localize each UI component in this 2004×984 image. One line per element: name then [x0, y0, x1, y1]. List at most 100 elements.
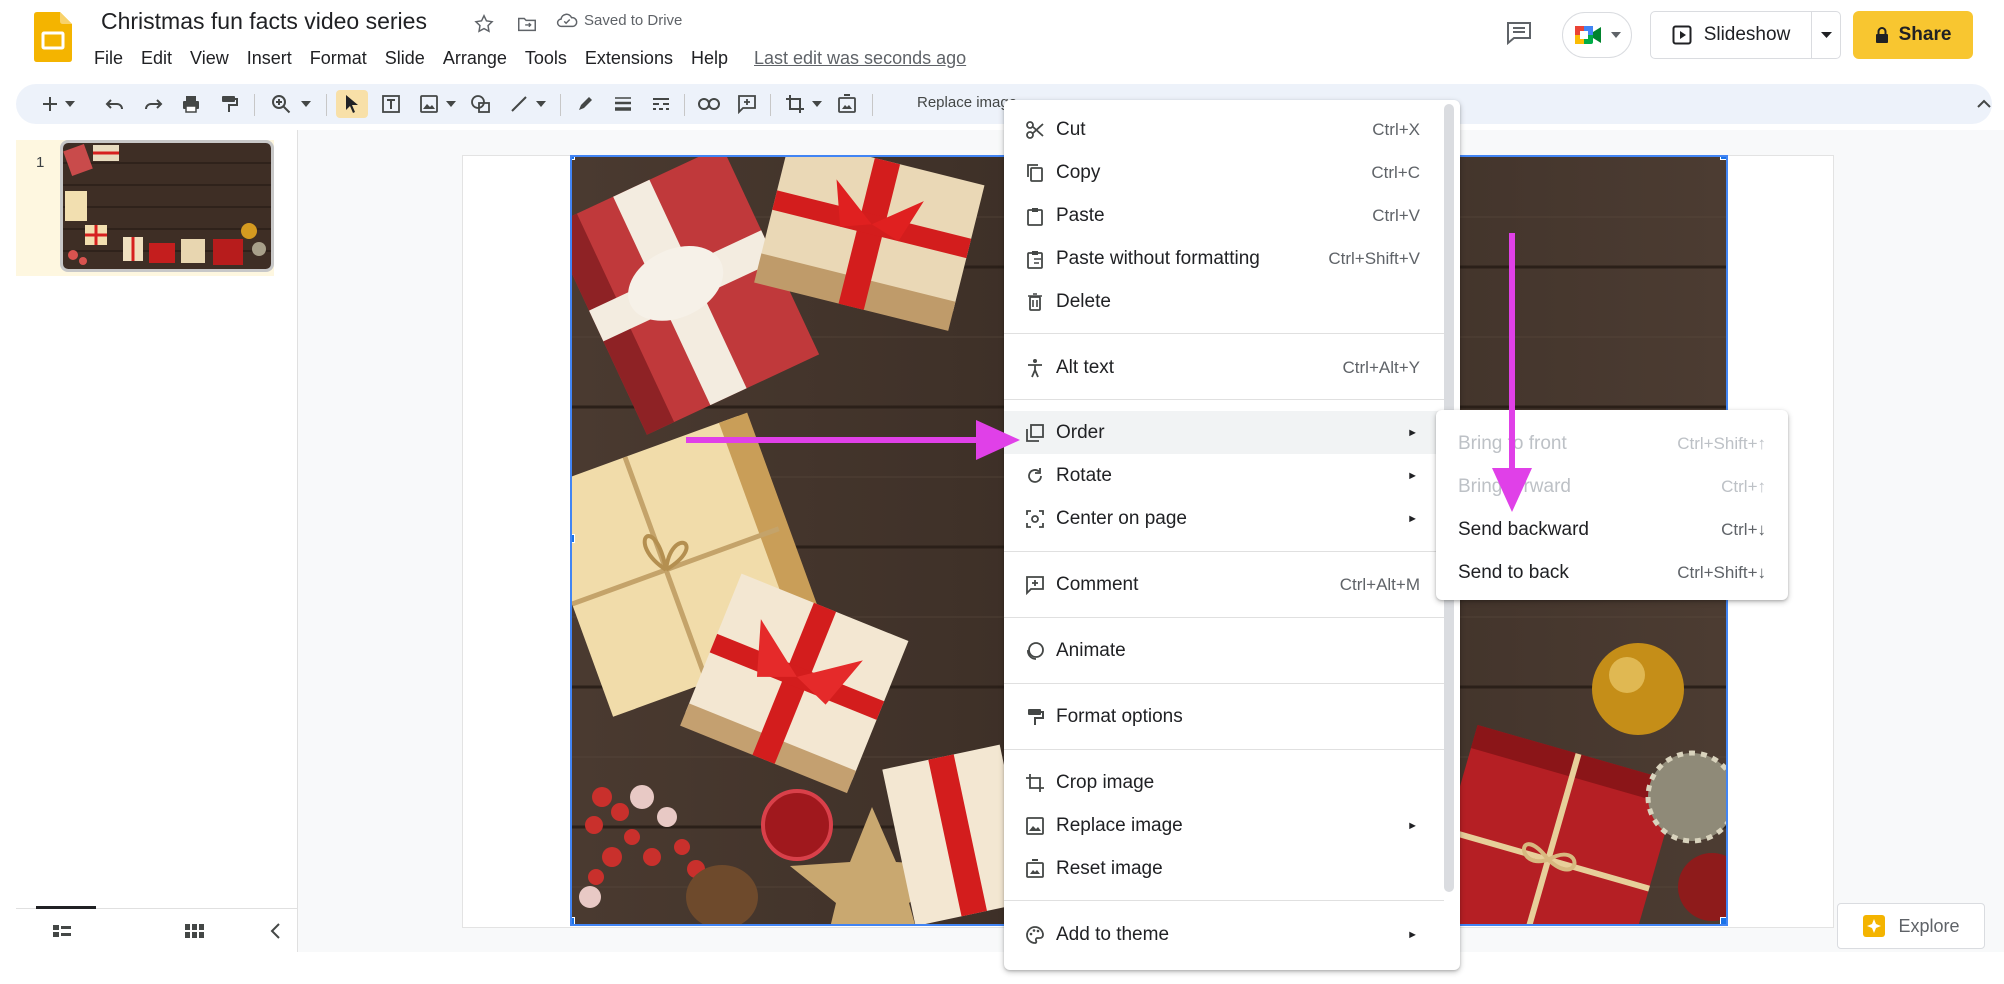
- chevron-down-icon[interactable]: [444, 90, 458, 118]
- link-icon[interactable]: [696, 90, 722, 118]
- print-icon[interactable]: [178, 90, 204, 118]
- border-color-icon[interactable]: [572, 90, 598, 118]
- chevron-up-icon[interactable]: [1970, 90, 1998, 118]
- last-edit-link[interactable]: Last edit was seconds ago: [754, 48, 966, 69]
- comment-history-icon[interactable]: [1502, 18, 1536, 48]
- submenu-item-bring-forward[interactable]: Bring forward Ctrl+↑: [1436, 465, 1788, 508]
- share-button[interactable]: Share: [1853, 11, 1973, 59]
- slide-thumbnail-row[interactable]: 1: [16, 140, 274, 276]
- slideshow-button[interactable]: Slideshow: [1650, 11, 1812, 59]
- menu-item-label: Delete: [1056, 290, 1111, 312]
- submenu-item-send-backward[interactable]: Send backward Ctrl+↓: [1436, 508, 1788, 551]
- submenu-arrow-icon: ►: [1407, 819, 1418, 832]
- menu-item-label: Center on page: [1056, 507, 1187, 529]
- chevron-down-icon[interactable]: [62, 90, 78, 118]
- slide-thumbnail[interactable]: [60, 140, 274, 272]
- grid-view-icon[interactable]: [184, 923, 208, 941]
- submenu-item-send-to-back[interactable]: Send to back Ctrl+Shift+↓: [1436, 551, 1788, 594]
- select-cursor-icon[interactable]: [336, 90, 368, 118]
- menu-item-shortcut: Ctrl+X: [1372, 119, 1420, 139]
- menu-item-cut[interactable]: Cut Ctrl+X: [1004, 108, 1444, 151]
- menu-arrange[interactable]: Arrange: [437, 46, 513, 71]
- replace-image-button[interactable]: Replace image: [917, 94, 1017, 111]
- filmstrip-view-icon[interactable]: [52, 923, 76, 941]
- menu-edit[interactable]: Edit: [135, 46, 178, 71]
- menu-item-add-to-theme[interactable]: Add to theme ►: [1004, 913, 1444, 956]
- menu-item-shortcut: Ctrl+Alt+M: [1339, 574, 1420, 594]
- border-dash-icon[interactable]: [648, 90, 674, 118]
- resize-handle[interactable]: [572, 157, 575, 160]
- menu-item-rotate[interactable]: Rotate ►: [1004, 454, 1444, 497]
- menu-item-crop-image[interactable]: Crop image: [1004, 761, 1444, 804]
- menu-format[interactable]: Format: [304, 46, 373, 71]
- slides-logo-icon[interactable]: [34, 12, 72, 62]
- resize-handle[interactable]: [572, 917, 575, 924]
- shape-icon[interactable]: [468, 90, 494, 118]
- chevron-down-icon[interactable]: [298, 90, 314, 118]
- meet-button[interactable]: [1562, 12, 1632, 58]
- menu-extensions[interactable]: Extensions: [579, 46, 679, 71]
- menu-divider: [1004, 749, 1444, 750]
- resize-handle[interactable]: [1720, 157, 1726, 160]
- move-folder-icon[interactable]: [513, 10, 541, 38]
- resize-handle[interactable]: [1720, 917, 1726, 924]
- menu-item-animate[interactable]: Animate: [1004, 629, 1444, 672]
- saved-status[interactable]: Saved to Drive: [556, 11, 682, 29]
- chevron-down-icon[interactable]: [534, 90, 548, 118]
- slideshow-dropdown-button[interactable]: [1811, 11, 1841, 59]
- paint-format-icon[interactable]: [216, 90, 242, 118]
- menu-item-reset-image[interactable]: Reset image: [1004, 847, 1444, 890]
- menu-item-label: Replace image: [1056, 814, 1183, 836]
- chevron-down-icon: [1820, 32, 1832, 38]
- menu-item-label: Order: [1056, 421, 1105, 443]
- cloud-done-icon: [556, 13, 578, 28]
- menu-item-center-on-page[interactable]: Center on page ►: [1004, 497, 1444, 540]
- submenu-item-bring-to-front[interactable]: Bring to front Ctrl+Shift+↑: [1436, 422, 1788, 465]
- context-menu: Cut Ctrl+X Copy Ctrl+C Paste Ctrl+V Past…: [1004, 100, 1460, 970]
- menu-item-delete[interactable]: Delete: [1004, 280, 1444, 323]
- menu-item-label: Animate: [1056, 639, 1126, 661]
- menu-item-label: Rotate: [1056, 464, 1112, 486]
- menu-item-replace-image[interactable]: Replace image ►: [1004, 804, 1444, 847]
- explore-button[interactable]: Explore: [1837, 903, 1985, 949]
- order-submenu: Bring to front Ctrl+Shift+↑ Bring forwar…: [1436, 410, 1788, 600]
- menu-tools[interactable]: Tools: [519, 46, 573, 71]
- collapse-panel-icon[interactable]: [268, 921, 290, 943]
- menu-item-order[interactable]: Order ►: [1004, 411, 1444, 454]
- menu-item-paste-without-formatting[interactable]: Paste without formatting Ctrl+Shift+V: [1004, 237, 1444, 280]
- palette-icon: [1024, 924, 1046, 946]
- zoom-icon[interactable]: [268, 90, 294, 118]
- text-box-icon[interactable]: [378, 90, 404, 118]
- resize-handle[interactable]: [572, 534, 575, 543]
- border-weight-icon[interactable]: [610, 90, 636, 118]
- chevron-down-icon: [1611, 32, 1621, 38]
- menu-item-paste[interactable]: Paste Ctrl+V: [1004, 194, 1444, 237]
- insert-image-icon[interactable]: [416, 90, 442, 118]
- line-icon[interactable]: [506, 90, 532, 118]
- paste-plain-icon: [1024, 248, 1046, 270]
- menu-item-alt-text[interactable]: Alt text Ctrl+Alt+Y: [1004, 346, 1444, 389]
- reset-image-icon[interactable]: [834, 90, 860, 118]
- menu-item-copy[interactable]: Copy Ctrl+C: [1004, 151, 1444, 194]
- crop-icon[interactable]: [782, 90, 808, 118]
- menu-view[interactable]: View: [184, 46, 235, 71]
- undo-icon[interactable]: [102, 90, 128, 118]
- menu-item-shortcut: Ctrl+V: [1372, 205, 1420, 225]
- new-slide-icon[interactable]: [38, 90, 62, 118]
- lock-icon: [1875, 27, 1888, 43]
- app-header: Christmas fun facts video series Saved t…: [0, 0, 2004, 78]
- menu-file[interactable]: File: [88, 46, 129, 71]
- document-title[interactable]: Christmas fun facts video series: [101, 8, 427, 35]
- chevron-down-icon[interactable]: [810, 90, 824, 118]
- menu-insert[interactable]: Insert: [241, 46, 298, 71]
- add-comment-icon[interactable]: [734, 90, 760, 118]
- share-label: Share: [1898, 24, 1952, 45]
- menu-item-format-options[interactable]: Format options: [1004, 695, 1444, 738]
- redo-icon[interactable]: [140, 90, 166, 118]
- menu-help[interactable]: Help: [685, 46, 734, 71]
- submenu-item-shortcut: Ctrl+↓: [1721, 519, 1766, 539]
- menu-slide[interactable]: Slide: [379, 46, 431, 71]
- star-icon[interactable]: [470, 10, 498, 38]
- menu-item-comment[interactable]: Comment Ctrl+Alt+M: [1004, 563, 1444, 606]
- submenu-item-shortcut: Ctrl+Shift+↑: [1677, 433, 1766, 453]
